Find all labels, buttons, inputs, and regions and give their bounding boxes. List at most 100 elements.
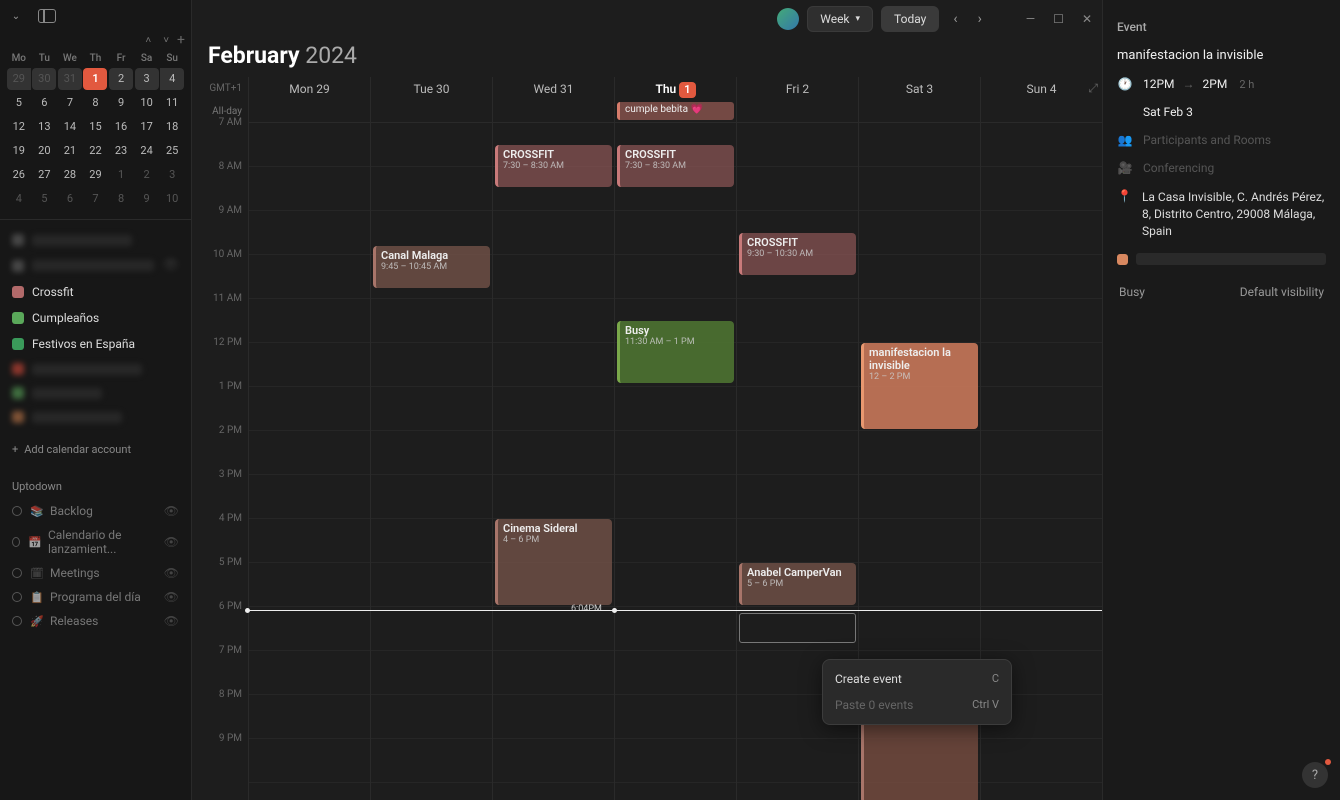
mini-cal-add[interactable]: + — [177, 32, 185, 48]
day-header: Fri 2 — [737, 77, 858, 101]
help-button[interactable]: ? — [1302, 762, 1328, 788]
detail-start-time: 12PM — [1143, 77, 1175, 91]
project-label: Programa del día — [50, 590, 141, 604]
next-week[interactable]: › — [972, 7, 988, 31]
video-icon: 🎥 — [1117, 161, 1133, 175]
detail-duration: 2 h — [1239, 78, 1254, 91]
visibility-toggle-icon[interactable]: 👁 — [164, 566, 179, 580]
allday-event[interactable]: cumple bebita 💗 — [617, 102, 734, 120]
detail-event-title[interactable]: manifestacion la invisible — [1117, 48, 1326, 63]
detail-date[interactable]: Sat Feb 3 — [1117, 105, 1326, 119]
project-label: Releases — [50, 614, 98, 628]
day-column-mon[interactable]: Mon 29 — [248, 77, 370, 800]
calendar-color-swatch — [12, 286, 24, 298]
menu-create-event[interactable]: Create event C — [823, 666, 1011, 692]
event-crossfit[interactable]: CROSSFIT 7:30 – 8:30 AM — [495, 145, 612, 187]
people-icon: 👥 — [1117, 133, 1133, 147]
add-calendar-account[interactable]: + Add calendar account — [0, 433, 191, 466]
day-column-thu[interactable]: Thu1 cumple bebita 💗 CROSSFIT 7:30 – 8:3… — [614, 77, 736, 800]
calendar-list: 👁 Crossfit Cumpleaños Festivos en España — [0, 219, 191, 433]
detail-location[interactable]: 📍 La Casa Invisible, C. Andrés Pérez, 8,… — [1117, 189, 1326, 239]
location-icon: 📍 — [1117, 189, 1132, 203]
detail-time-row[interactable]: 🕐 12PM → 2PM 2 h — [1117, 77, 1326, 91]
window-maximize[interactable]: ☐ — [1053, 12, 1064, 26]
context-menu: Create event C Paste 0 events Ctrl V — [822, 659, 1012, 725]
event-anabel[interactable]: Anabel CamperVan 5 – 6 PM — [739, 563, 856, 605]
week-grid[interactable]: ⤢ Mon 29 Tue 30 Canal Malaga 9:45 – 10:4… — [248, 77, 1102, 800]
project-dot — [12, 616, 22, 626]
project-item[interactable]: 📋Programa del día👁 — [0, 585, 191, 609]
project-dot — [12, 506, 22, 516]
visibility-toggle-icon[interactable]: 👁 — [164, 590, 179, 604]
calendar-item-festivos[interactable]: Festivos en España — [0, 331, 191, 357]
project-icon: 📅 — [28, 536, 40, 549]
calendar-item-hidden[interactable] — [0, 357, 191, 381]
new-event-placeholder[interactable] — [739, 613, 856, 643]
account-menu-chevron[interactable]: ⌄ — [8, 8, 24, 24]
event-busy[interactable]: Busy 11:30 AM – 1 PM — [617, 321, 734, 383]
main-calendar: Week ▾ Today ‹ › — ☐ ✕ February 2024 GMT… — [192, 0, 1102, 800]
calendar-name-redacted — [1136, 253, 1326, 265]
month-title: February 2024 — [192, 38, 1102, 77]
avatar[interactable] — [777, 8, 799, 30]
event-crossfit[interactable]: CROSSFIT 7:30 – 8:30 AM — [617, 145, 734, 187]
clock-icon: 🕐 — [1117, 77, 1133, 91]
calendar-label: Crossfit — [32, 285, 74, 299]
now-indicator-line — [248, 610, 1102, 611]
project-item[interactable]: 📚Backlog👁 — [0, 499, 191, 523]
day-column-wed[interactable]: Wed 31 CROSSFIT 7:30 – 8:30 AM Cinema Si… — [492, 77, 614, 800]
day-header: Tue 30 — [371, 77, 492, 101]
window-minimize[interactable]: — — [1026, 12, 1035, 26]
calendar-label: Cumpleaños — [32, 311, 99, 325]
detail-heading: Event — [1117, 20, 1326, 34]
calendar-item-cumpleanos[interactable]: Cumpleaños — [0, 305, 191, 331]
visibility-toggle-icon[interactable]: 👁 — [162, 258, 179, 273]
detail-participants[interactable]: 👥 Participants and Rooms — [1117, 133, 1326, 147]
window-close[interactable]: ✕ — [1082, 12, 1092, 26]
mini-cal-next[interactable]: ˅ — [159, 33, 173, 48]
visibility-toggle-icon[interactable]: 👁 — [164, 504, 179, 518]
calendar-item-hidden[interactable] — [0, 405, 191, 429]
project-dot — [12, 592, 22, 602]
event-canal-malaga[interactable]: Canal Malaga 9:45 – 10:45 AM — [373, 246, 490, 288]
calendar-item-hidden[interactable] — [0, 228, 191, 252]
toggle-sidebar-icon[interactable] — [38, 9, 56, 23]
project-item[interactable]: 🗓Meetings👁 — [0, 561, 191, 585]
detail-conferencing[interactable]: 🎥 Conferencing — [1117, 161, 1326, 175]
chevron-down-icon: ▾ — [856, 14, 861, 24]
detail-availability[interactable]: Busy — [1119, 285, 1145, 299]
mini-cal-prev[interactable]: ˄ — [141, 33, 155, 48]
day-column-tue[interactable]: Tue 30 Canal Malaga 9:45 – 10:45 AM — [370, 77, 492, 800]
project-icon: 🚀 — [30, 615, 42, 628]
project-item[interactable]: 🚀 Releases 👁 — [0, 609, 191, 633]
project-section-label: Uptodown — [0, 466, 191, 499]
detail-calendar-row[interactable] — [1117, 253, 1326, 265]
event-crossfit[interactable]: CROSSFIT 9:30 – 10:30 AM — [739, 233, 856, 275]
project-icon: 🗓 — [30, 567, 42, 580]
arrow-icon: → — [1183, 77, 1195, 91]
project-item[interactable]: 📅 Calendario de lanzamient... 👁 — [0, 523, 191, 561]
detail-visibility[interactable]: Default visibility — [1240, 285, 1324, 299]
view-switcher[interactable]: Week ▾ — [807, 6, 873, 32]
calendar-item-crossfit[interactable]: Crossfit — [0, 279, 191, 305]
mini-calendar[interactable]: MoTuWeThFrSaSu 2930311234567891011121314… — [0, 50, 191, 219]
calendar-color-swatch — [12, 312, 24, 324]
visibility-toggle-icon[interactable]: 👁 — [164, 614, 179, 628]
calendar-item-hidden[interactable] — [0, 381, 191, 405]
sidebar: ⌄ ˄ ˅ + MoTuWeThFrSaSu 29303112345678910… — [0, 0, 192, 800]
event-cinema-sideral[interactable]: Cinema Sideral 4 – 6 PM — [495, 519, 612, 605]
event-manifestacion[interactable]: manifestacion la invisible 12 – 2 PM — [861, 343, 978, 429]
event-detail-panel: Event manifestacion la invisible 🕐 12PM … — [1102, 0, 1340, 800]
topbar: Week ▾ Today ‹ › — ☐ ✕ — [192, 0, 1102, 38]
menu-paste-events[interactable]: Paste 0 events Ctrl V — [823, 692, 1011, 718]
project-label: Calendario de lanzamient... — [48, 528, 156, 556]
project-dot — [12, 568, 22, 578]
calendar-color-swatch — [1117, 254, 1128, 265]
day-header: Sat 3 — [859, 77, 980, 101]
project-icon: 📚 — [30, 505, 42, 518]
day-header: Mon 29 — [249, 77, 370, 101]
prev-week[interactable]: ‹ — [947, 7, 963, 31]
visibility-toggle-icon[interactable]: 👁 — [164, 535, 179, 549]
calendar-item-hidden[interactable]: 👁 — [0, 252, 191, 279]
today-button[interactable]: Today — [881, 6, 939, 32]
